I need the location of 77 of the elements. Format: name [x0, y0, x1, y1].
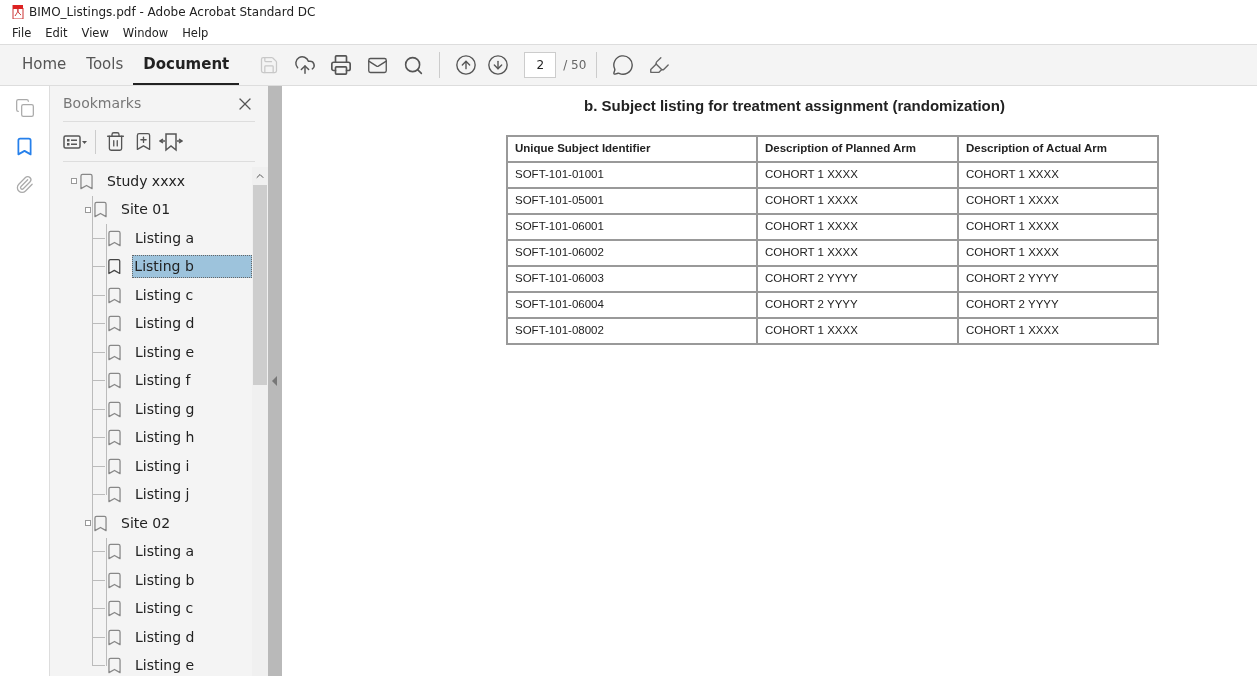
- expand-toggle[interactable]: [85, 206, 91, 213]
- page-count: / 50: [563, 57, 587, 74]
- bookmark-item[interactable]: Listing d: [133, 625, 197, 649]
- menu-item[interactable]: File: [10, 25, 34, 43]
- bookmark-icon: [105, 627, 124, 647]
- bookmark-item[interactable]: Listing c: [133, 283, 196, 307]
- menu-item[interactable]: View: [79, 25, 111, 43]
- bookmark-item[interactable]: Listing b: [132, 255, 252, 279]
- table-cell: COHORT 1 XXXX: [958, 187, 1158, 214]
- bookmark-item[interactable]: Site 01: [119, 198, 173, 222]
- toolbar-tab[interactable]: Tools: [76, 45, 134, 85]
- bookmark-item[interactable]: Listing h: [133, 426, 197, 450]
- menu-item[interactable]: Help: [180, 25, 211, 43]
- table-cell: COHORT 2 YYYY: [958, 265, 1158, 292]
- table-cell: SOFT-101-06003: [507, 265, 757, 292]
- bookmark-item[interactable]: Listing j: [133, 483, 192, 507]
- bookmark-icon: [105, 428, 124, 448]
- bookmark-item[interactable]: Listing a: [133, 540, 197, 564]
- bookmark-icon: [105, 399, 124, 419]
- table-cell: COHORT 1 XXXX: [757, 317, 958, 344]
- scrollbar[interactable]: [252, 167, 268, 676]
- bookmark-icon: [91, 513, 110, 533]
- table-cell: COHORT 1 XXXX: [958, 213, 1158, 240]
- table-cell: COHORT 2 YYYY: [958, 291, 1158, 318]
- table-cell: SOFT-101-06002: [507, 239, 757, 266]
- bookmark-icon: [105, 485, 124, 505]
- bookmark-icon: [105, 456, 124, 476]
- column-header: Unique Subject Identifier: [507, 135, 757, 162]
- table-cell: COHORT 1 XXXX: [958, 317, 1158, 344]
- table-cell: COHORT 1 XXXX: [757, 213, 958, 240]
- bookmark-icon: [91, 200, 110, 220]
- bookmark-item[interactable]: Listing e: [133, 654, 197, 676]
- panel-title: Bookmarks: [63, 94, 142, 113]
- table-cell: COHORT 1 XXXX: [757, 187, 958, 214]
- bookmark-icon: [105, 656, 124, 676]
- page-number-field[interactable]: 2: [524, 52, 557, 78]
- bookmark-icon: [105, 342, 124, 362]
- bookmark-icon: [105, 542, 124, 562]
- options-dropdown-icon[interactable]: [63, 133, 89, 150]
- bookmark-item[interactable]: Listing f: [133, 369, 193, 393]
- menu-item[interactable]: Edit: [43, 25, 70, 43]
- pdf-file-icon: [12, 5, 24, 19]
- bookmark-item[interactable]: Listing d: [133, 312, 197, 336]
- table-cell: SOFT-101-01001: [507, 161, 757, 188]
- bookmark-item[interactable]: Site 02: [119, 511, 173, 535]
- bookmark-item[interactable]: Listing e: [133, 340, 197, 364]
- document-heading: b. Subject listing for treatment assignment (randomization): [584, 96, 1005, 116]
- bookmark-item[interactable]: Listing b: [133, 568, 197, 592]
- toolbar-tab[interactable]: Home: [12, 45, 77, 85]
- bookmark-item[interactable]: Listing a: [133, 226, 197, 250]
- table-cell: SOFT-101-06001: [507, 213, 757, 240]
- column-header: Description of Actual Arm: [958, 135, 1158, 162]
- expand-toggle[interactable]: [85, 520, 91, 527]
- bookmark-icon: [105, 599, 124, 619]
- bookmark-icon: [105, 285, 124, 305]
- expand-toggle[interactable]: [71, 178, 77, 185]
- table-cell: COHORT 2 YYYY: [757, 265, 958, 292]
- bookmark-icon: [105, 570, 124, 590]
- table-cell: COHORT 1 XXXX: [757, 161, 958, 188]
- bookmark-icon: [105, 371, 124, 391]
- table-cell: COHORT 1 XXXX: [958, 239, 1158, 266]
- menu-item[interactable]: Window: [120, 25, 171, 43]
- table-cell: COHORT 1 XXXX: [757, 239, 958, 266]
- table-cell: COHORT 1 XXXX: [958, 161, 1158, 188]
- bookmark-item[interactable]: Listing c: [133, 597, 196, 621]
- bookmark-icon: [77, 171, 96, 191]
- table-cell: SOFT-101-06004: [507, 291, 757, 318]
- bookmark-item[interactable]: Study xxxx: [105, 169, 187, 193]
- table-cell: SOFT-101-08002: [507, 317, 757, 344]
- table-cell: COHORT 2 YYYY: [757, 291, 958, 318]
- window-title: BIMO_Listings.pdf - Adobe Acrobat Standard DC: [29, 4, 316, 21]
- bookmark-icon: [105, 228, 124, 248]
- bookmark-item[interactable]: Listing i: [133, 454, 192, 478]
- bookmark-icon: [105, 314, 124, 334]
- bookmark-item[interactable]: Listing g: [133, 397, 197, 421]
- column-header: Description of Planned Arm: [757, 135, 958, 162]
- table-cell: SOFT-101-05001: [507, 187, 757, 214]
